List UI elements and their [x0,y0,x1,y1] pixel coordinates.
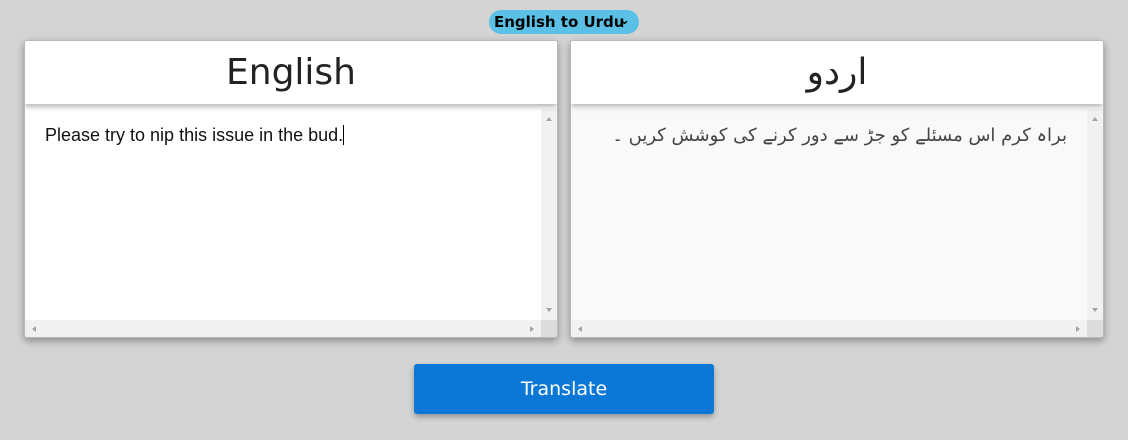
translate-button[interactable]: Translate [414,364,714,414]
scroll-up-arrow-icon[interactable] [546,117,552,121]
source-panel: English Please try to nip this issue in … [24,40,558,338]
target-vertical-scrollbar[interactable] [1087,109,1103,320]
scroll-left-arrow-icon[interactable] [32,326,36,332]
target-panel-title: اردو [571,41,1103,104]
source-vertical-scrollbar[interactable] [541,109,557,320]
source-text: Please try to nip this issue in the bud. [45,125,344,145]
scrollbar-corner [541,320,557,337]
scroll-right-arrow-icon[interactable] [1076,326,1080,332]
scroll-up-arrow-icon[interactable] [1092,117,1098,121]
language-direction-value: English to Urdu [494,13,625,31]
scrollbar-corner [1087,320,1103,337]
chevron-down-icon: ⌄ [619,13,630,28]
source-textarea[interactable]: Please try to nip this issue in the bud. [25,109,557,337]
source-text-wrapper: Please try to nip this issue in the bud. [45,125,517,146]
source-horizontal-scrollbar[interactable] [25,320,541,337]
text-caret [343,125,345,145]
target-textarea[interactable]: براہ کرم اس مسئلے کو جڑ سے دور کرنے کی ک… [571,109,1103,337]
scroll-down-arrow-icon[interactable] [1092,308,1098,312]
source-panel-title: English [25,41,557,104]
target-horizontal-scrollbar[interactable] [571,320,1087,337]
scroll-down-arrow-icon[interactable] [546,308,552,312]
target-text: براہ کرم اس مسئلے کو جڑ سے دور کرنے کی ک… [612,125,1067,146]
language-direction-select[interactable]: English to Urdu ⌄ [489,10,639,34]
scroll-left-arrow-icon[interactable] [578,326,582,332]
target-panel: اردو براہ کرم اس مسئلے کو جڑ سے دور کرنے… [570,40,1104,338]
scroll-right-arrow-icon[interactable] [530,326,534,332]
